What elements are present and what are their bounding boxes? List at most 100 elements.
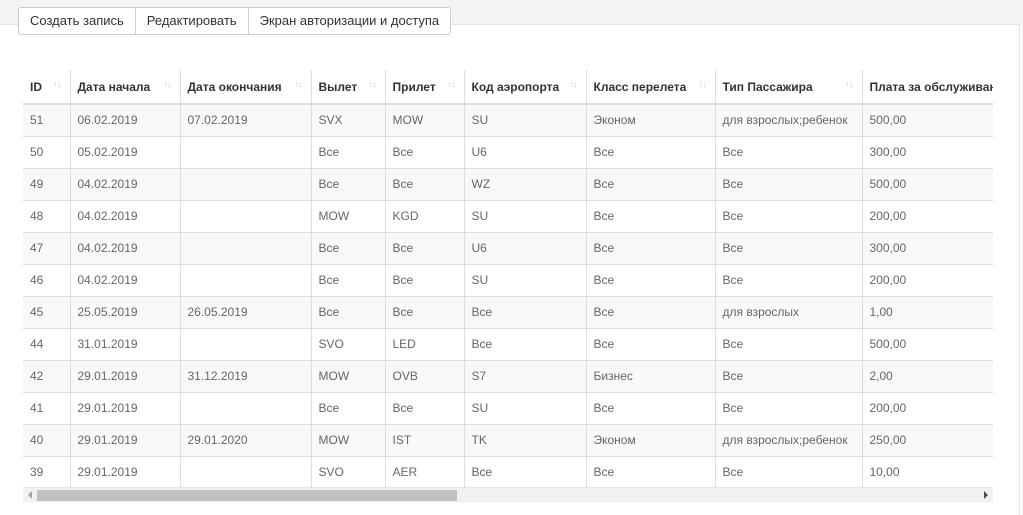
table-cell: Все [585,199,716,233]
table-cell: Все [310,295,386,329]
table-row[interactable]: 50 05.02.2019 Все Все U6 Все Все 300,00 [23,135,993,169]
table-cell [179,167,312,201]
table-row[interactable]: 51 06.02.2019 07.02.2019 SVX MOW SU Эконом для … [23,103,993,137]
table-cell: 41 [23,391,71,425]
table-cell: Все [585,327,716,361]
sort-icon[interactable]: ↑↓ [54,80,64,93]
create-record-button[interactable]: Создать запись [18,7,136,35]
data-table: ID ↑↓ Дата начала ↑↓ Дата окончания ↑↓ Вылет ↑↓… [23,70,993,487]
table-cell: 500,00 [861,167,993,201]
table-cell: MOW [310,199,386,233]
table-cell [179,327,312,361]
table-cell: Все [714,455,863,487]
table-cell: Бизнес [585,359,716,393]
table-row[interactable]: 48 04.02.2019 MOW KGD SU Все Все 200,00 [23,199,993,233]
scrollbar-thumb[interactable] [37,490,457,501]
table-cell: Все [714,167,863,201]
sort-icon[interactable]: ↑↓ [295,80,305,93]
table-row[interactable]: 49 04.02.2019 Все Все WZ Все Все 500,00 [23,167,993,201]
table-row[interactable]: 44 31.01.2019 SVO LED Все Все Все 500,00 [23,327,993,361]
table-cell: 51 [23,103,71,137]
table-cell: SVO [310,455,386,487]
table-cell: Все [384,231,465,265]
table-cell: 50 [23,135,71,169]
column-header-label: Тип Пассажира [722,79,813,94]
table-cell: 04.02.2019 [69,199,181,233]
table-row[interactable]: 46 04.02.2019 Все Все SU Все Все 200,00 [23,263,993,297]
table-cell: 200,00 [861,199,993,233]
table-cell: 40 [23,423,71,457]
table-cell: SU [463,103,587,137]
table-cell: для взрослых;ребенок [714,103,863,137]
table-cell: 42 [23,359,71,393]
table-cell [179,391,312,425]
column-header[interactable]: Прилет ↑↓ [384,70,465,105]
table-cell: 10,00 [861,455,993,487]
table-cell: 31.12.2019 [179,359,312,393]
column-header[interactable]: ID ↑↓ [23,70,71,105]
table-cell: Все [585,263,716,297]
table-cell: Все [310,231,386,265]
table-cell: 300,00 [861,135,993,169]
sort-icon[interactable]: ↑↓ [164,80,174,93]
auth-access-screen-button[interactable]: Экран авторизации и доступа [247,7,452,35]
sort-icon[interactable]: ↑↓ [846,80,856,93]
table-cell: Эконом [585,423,716,457]
table-cell [179,135,312,169]
table-row[interactable]: 41 29.01.2019 Все Все SU Все Все 200,00 [23,391,993,425]
table-cell: 29.01.2019 [69,391,181,425]
table-cell: 48 [23,199,71,233]
scroll-left-icon[interactable] [28,491,32,499]
table-cell: KGD [384,199,465,233]
table-cell: 31.01.2019 [69,327,181,361]
table-row[interactable]: 40 29.01.2019 29.01.2020 MOW IST TK Эконом для … [23,423,993,457]
table-cell: 04.02.2019 [69,263,181,297]
table-cell: Все [714,391,863,425]
table-cell: LED [384,327,465,361]
column-header-label: ID [30,79,42,94]
sort-icon[interactable]: ↑↓ [448,80,458,93]
table-row[interactable]: 45 25.05.2019 26.05.2019 Все Все Все Все для вз… [23,295,993,329]
edit-button[interactable]: Редактировать [134,7,249,35]
table-cell: Все [714,263,863,297]
column-header[interactable]: Тип Пассажира ↑↓ [714,70,863,105]
table-cell: 250,00 [861,423,993,457]
column-header[interactable]: Дата окончания ↑↓ [179,70,312,105]
sort-icon[interactable]: ↑↓ [369,80,379,93]
table-cell: 1,00 [861,295,993,329]
column-header[interactable]: Вылет ↑↓ [310,70,386,105]
horizontal-scrollbar[interactable] [23,487,993,502]
column-header-label: Код аэропорта [471,79,560,94]
table-container: ID ↑↓ Дата начала ↑↓ Дата окончания ↑↓ Вылет ↑↓… [23,70,993,487]
table-cell: 29.01.2019 [69,359,181,393]
table-cell: SVO [310,327,386,361]
table-cell: 45 [23,295,71,329]
table-cell: Все [463,455,587,487]
table-row[interactable]: 42 29.01.2019 31.12.2019 MOW OVB S7 Бизнес Все 2… [23,359,993,393]
sort-icon[interactable]: ↑↓ [570,80,580,93]
table-cell: Все [585,391,716,425]
column-header[interactable]: Дата начала ↑↓ [69,70,181,105]
table-row[interactable]: 39 29.01.2019 SVO AER Все Все Все 10,00 [23,455,993,487]
right-edge [1019,24,1023,515]
column-header[interactable]: Класс перелета ↑↓ [585,70,716,105]
table-cell: 49 [23,167,71,201]
sort-icon[interactable]: ↑↓ [699,80,709,93]
table-cell: 29.01.2019 [69,455,181,487]
column-header[interactable]: Плата за обслуживание [861,70,994,105]
column-header[interactable]: Код аэропорта ↑↓ [463,70,587,105]
column-header-label: Плата за обслуживание [869,79,994,94]
column-header-label: Прилет [392,79,436,94]
table-cell: 07.02.2019 [179,103,312,137]
table-row[interactable]: 47 04.02.2019 Все Все U6 Все Все 300,00 [23,231,993,265]
table-cell: SU [463,391,587,425]
table-cell: 200,00 [861,263,993,297]
table-cell: Все [463,327,587,361]
table-cell: 06.02.2019 [69,103,181,137]
scroll-right-icon[interactable] [984,491,988,499]
column-header-label: Дата начала [77,79,151,94]
table-cell [179,263,312,297]
table-cell: SVX [310,103,386,137]
table-cell: Эконом [585,103,716,137]
table-cell: MOW [384,103,465,137]
